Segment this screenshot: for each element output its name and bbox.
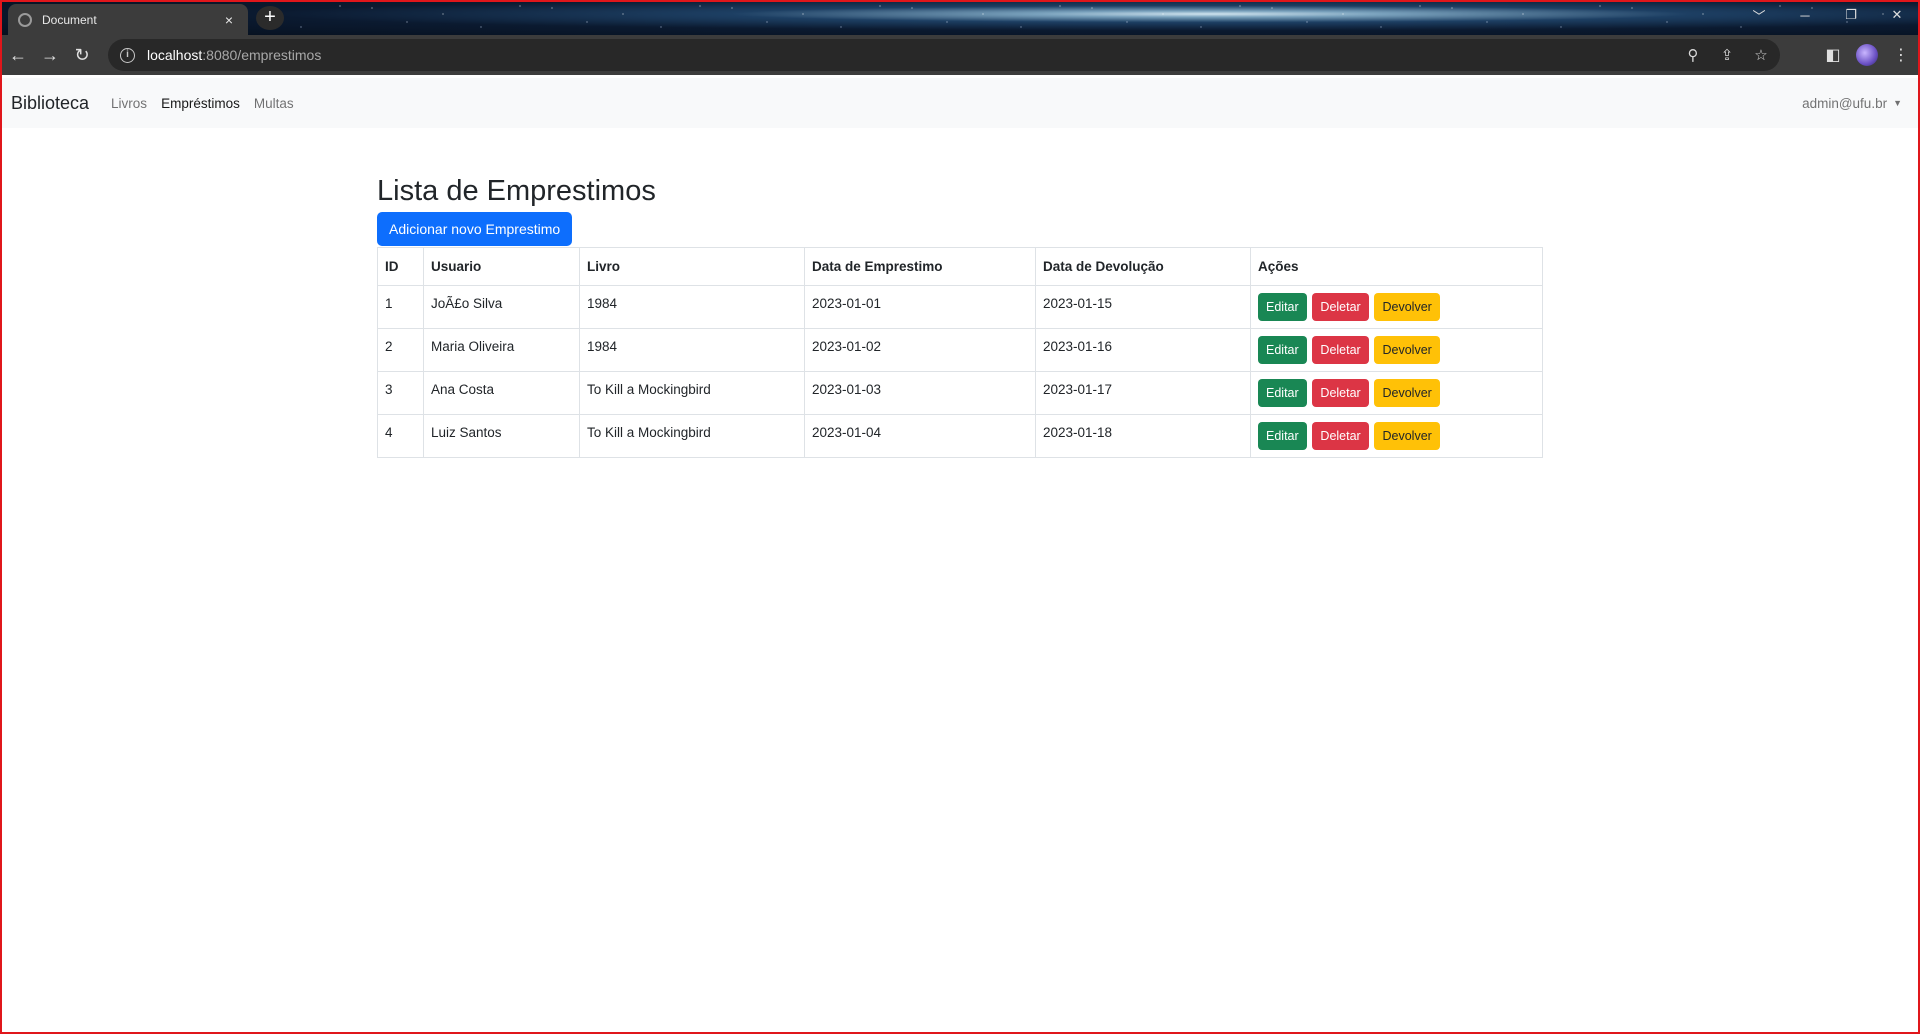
table-row: 2 Maria Oliveira 1984 2023-01-02 2023-01…	[377, 328, 1543, 372]
return-button[interactable]: Devolver	[1374, 336, 1440, 364]
forward-arrow-icon[interactable]: →	[36, 41, 64, 69]
column-header-usuario: Usuario	[423, 247, 580, 286]
user-email: admin@ufu.br	[1802, 95, 1888, 111]
tab-close-icon[interactable]: ×	[220, 12, 238, 28]
table-row: 3 Ana Costa To Kill a Mockingbird 2023-0…	[377, 371, 1543, 415]
cell-acoes: Editar Deletar Devolver	[1250, 285, 1543, 329]
column-header-data-devolucao: Data de Devolução	[1035, 247, 1251, 286]
nav-link-livros[interactable]: Livros	[111, 96, 147, 111]
cell-data-emprestimo: 2023-01-04	[804, 414, 1036, 458]
side-panel-icon[interactable]: ◧	[1822, 45, 1844, 65]
cell-data-devolucao: 2023-01-16	[1035, 328, 1251, 372]
table-header-row: ID Usuario Livro Data de Emprestimo Data…	[377, 247, 1543, 286]
main-content: Lista de Emprestimos Adicionar novo Empr…	[377, 170, 1543, 458]
column-header-id: ID	[377, 247, 424, 286]
cell-data-emprestimo: 2023-01-03	[804, 371, 1036, 415]
column-header-acoes: Ações	[1250, 247, 1543, 286]
edit-button[interactable]: Editar	[1258, 293, 1307, 321]
delete-button[interactable]: Deletar	[1312, 336, 1369, 364]
tab-title: Document	[42, 12, 97, 27]
cell-livro: To Kill a Mockingbird	[579, 414, 805, 458]
tabstrip-background	[0, 0, 1920, 35]
back-arrow-icon[interactable]: ←	[4, 41, 32, 69]
column-header-livro: Livro	[579, 247, 805, 286]
url-path: :8080/emprestimos	[202, 47, 322, 63]
edit-button[interactable]: Editar	[1258, 336, 1307, 364]
edit-button[interactable]: Editar	[1258, 422, 1307, 450]
cell-livro: 1984	[579, 285, 805, 329]
return-button[interactable]: Devolver	[1374, 293, 1440, 321]
restore-button[interactable]: ❐	[1828, 0, 1874, 30]
delete-button[interactable]: Deletar	[1312, 379, 1369, 407]
new-tab-button[interactable]: +	[256, 6, 284, 30]
delete-button[interactable]: Deletar	[1312, 422, 1369, 450]
reload-icon[interactable]: ↻	[68, 41, 96, 69]
cell-data-devolucao: 2023-01-15	[1035, 285, 1251, 329]
delete-button[interactable]: Deletar	[1312, 293, 1369, 321]
table-row: 1 JoÃ£o Silva 1984 2023-01-01 2023-01-15…	[377, 285, 1543, 329]
cell-data-devolucao: 2023-01-17	[1035, 371, 1251, 415]
app-navbar: Biblioteca Livros Empréstimos Multas adm…	[2, 78, 1918, 128]
url-host: localhost	[147, 47, 203, 63]
window-controls: ﹀ ─ ❐ ✕	[1736, 0, 1920, 30]
emprestimos-table: ID Usuario Livro Data de Emprestimo Data…	[377, 247, 1543, 458]
return-button[interactable]: Devolver	[1374, 422, 1440, 450]
user-dropdown[interactable]: admin@ufu.br ▼	[1802, 78, 1902, 128]
cell-data-emprestimo: 2023-01-02	[804, 328, 1036, 372]
cell-usuario: JoÃ£o Silva	[423, 285, 580, 329]
cell-id: 2	[377, 328, 424, 372]
share-icon[interactable]: ⇪	[1716, 46, 1738, 64]
cell-id: 3	[377, 371, 424, 415]
menu-kebab-icon[interactable]: ⋮	[1890, 45, 1912, 65]
cell-livro: 1984	[579, 328, 805, 372]
info-icon[interactable]: i	[120, 47, 135, 63]
navbar-brand[interactable]: Biblioteca	[11, 93, 89, 114]
address-bar[interactable]: i localhost:8080/emprestimos ⚲ ⇪ ☆	[108, 39, 1780, 71]
add-emprestimo-button[interactable]: Adicionar novo Emprestimo	[377, 212, 573, 246]
browser-toolbar: ← → ↻ i localhost:8080/emprestimos ⚲ ⇪ ☆…	[0, 35, 1920, 75]
nav-link-emprestimos[interactable]: Empréstimos	[161, 96, 240, 111]
cell-id: 1	[377, 285, 424, 329]
zoom-icon[interactable]: ⚲	[1682, 46, 1704, 64]
cell-usuario: Luiz Santos	[423, 414, 580, 458]
toolbar-actions: ◧ ⋮	[1822, 35, 1912, 75]
browser-tab-strip: Document × + ﹀ ─ ❐ ✕	[0, 0, 1920, 35]
column-header-data-emprestimo: Data de Emprestimo	[804, 247, 1036, 286]
nav-link-multas[interactable]: Multas	[254, 96, 294, 111]
window-frame	[0, 0, 1920, 1034]
caret-down-icon: ▼	[1893, 98, 1902, 108]
cell-data-devolucao: 2023-01-18	[1035, 414, 1251, 458]
cell-id: 4	[377, 414, 424, 458]
cell-acoes: Editar Deletar Devolver	[1250, 414, 1543, 458]
page-title: Lista de Emprestimos	[377, 175, 656, 207]
close-window-button[interactable]: ✕	[1874, 0, 1920, 30]
favicon-icon	[18, 12, 32, 27]
cell-livro: To Kill a Mockingbird	[579, 371, 805, 415]
tab-search-icon[interactable]: ﹀	[1736, 0, 1782, 30]
cell-usuario: Ana Costa	[423, 371, 580, 415]
profile-avatar[interactable]	[1856, 44, 1878, 66]
cell-usuario: Maria Oliveira	[423, 328, 580, 372]
return-button[interactable]: Devolver	[1374, 379, 1440, 407]
browser-tab[interactable]: Document ×	[8, 4, 248, 35]
table-row: 4 Luiz Santos To Kill a Mockingbird 2023…	[377, 414, 1543, 458]
minimize-button[interactable]: ─	[1782, 0, 1828, 30]
edit-button[interactable]: Editar	[1258, 379, 1307, 407]
cell-acoes: Editar Deletar Devolver	[1250, 371, 1543, 415]
omnibox-actions: ⚲ ⇪ ☆	[1682, 39, 1772, 71]
cell-data-emprestimo: 2023-01-01	[804, 285, 1036, 329]
star-icon[interactable]: ☆	[1750, 46, 1772, 64]
cell-acoes: Editar Deletar Devolver	[1250, 328, 1543, 372]
